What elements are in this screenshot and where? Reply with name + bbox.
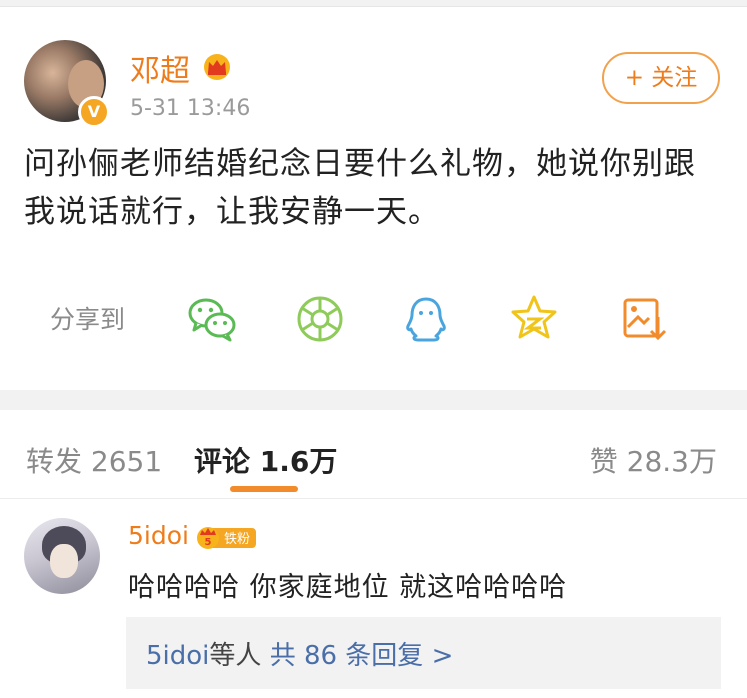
post-card: V 邓超 5-31 13:46 + 关注 问孙俪老师结婚纪念日要什么礼物，她说你…: [0, 7, 747, 390]
comment-item: 5idoi 5 铁粉 哈哈哈哈 你家庭地位 就这哈哈哈哈 5idoi等人 共 8…: [0, 499, 747, 698]
avatar-face: [50, 544, 78, 578]
replies-box[interactable]: 5idoi等人 共 86 条回复 >: [126, 617, 721, 689]
crown-icon: [204, 54, 230, 80]
section-divider: [0, 390, 747, 410]
post-content: 问孙俪老师结婚纪念日要什么礼物，她说你别跟我说话就行，让我安静一天。: [24, 146, 696, 230]
tab-repost[interactable]: 转发 2651: [26, 440, 162, 480]
share-label: 分享到: [50, 305, 126, 334]
replies-summary[interactable]: 5idoi等人 共 86 条回复 >: [146, 635, 453, 672]
moments-icon[interactable]: [292, 291, 348, 347]
commenter-avatar[interactable]: [24, 518, 100, 594]
qq-icon[interactable]: [398, 291, 454, 347]
follow-button[interactable]: + 关注: [602, 52, 720, 104]
author-name[interactable]: 邓超: [130, 46, 190, 90]
post-tabs: 转发 2651 评论 1.6万 赞 28.3万: [0, 410, 747, 499]
save-image-icon[interactable]: [616, 291, 672, 347]
replies-user[interactable]: 5idoi: [146, 641, 209, 671]
wechat-icon[interactable]: [184, 291, 240, 347]
post-time: 5-31 13:46: [130, 96, 251, 121]
fan-badge-label: 铁粉: [224, 532, 250, 547]
fan-badge-icon: 5 铁粉: [197, 527, 256, 549]
fan-level: 5: [205, 537, 212, 548]
replies-mid: 等人: [209, 641, 262, 671]
tab-likes[interactable]: 赞 28.3万: [590, 440, 717, 480]
top-separator: [0, 0, 747, 7]
tab-comments[interactable]: 评论 1.6万: [194, 440, 337, 480]
qzone-icon[interactable]: [506, 291, 562, 347]
comment-text: 哈哈哈哈 你家庭地位 就这哈哈哈哈: [128, 572, 568, 603]
replies-count-link[interactable]: 共 86 条回复 >: [270, 641, 454, 671]
active-tab-indicator: [230, 486, 298, 492]
commenter-name[interactable]: 5idoi: [128, 521, 189, 550]
verified-badge-icon: V: [78, 96, 110, 128]
